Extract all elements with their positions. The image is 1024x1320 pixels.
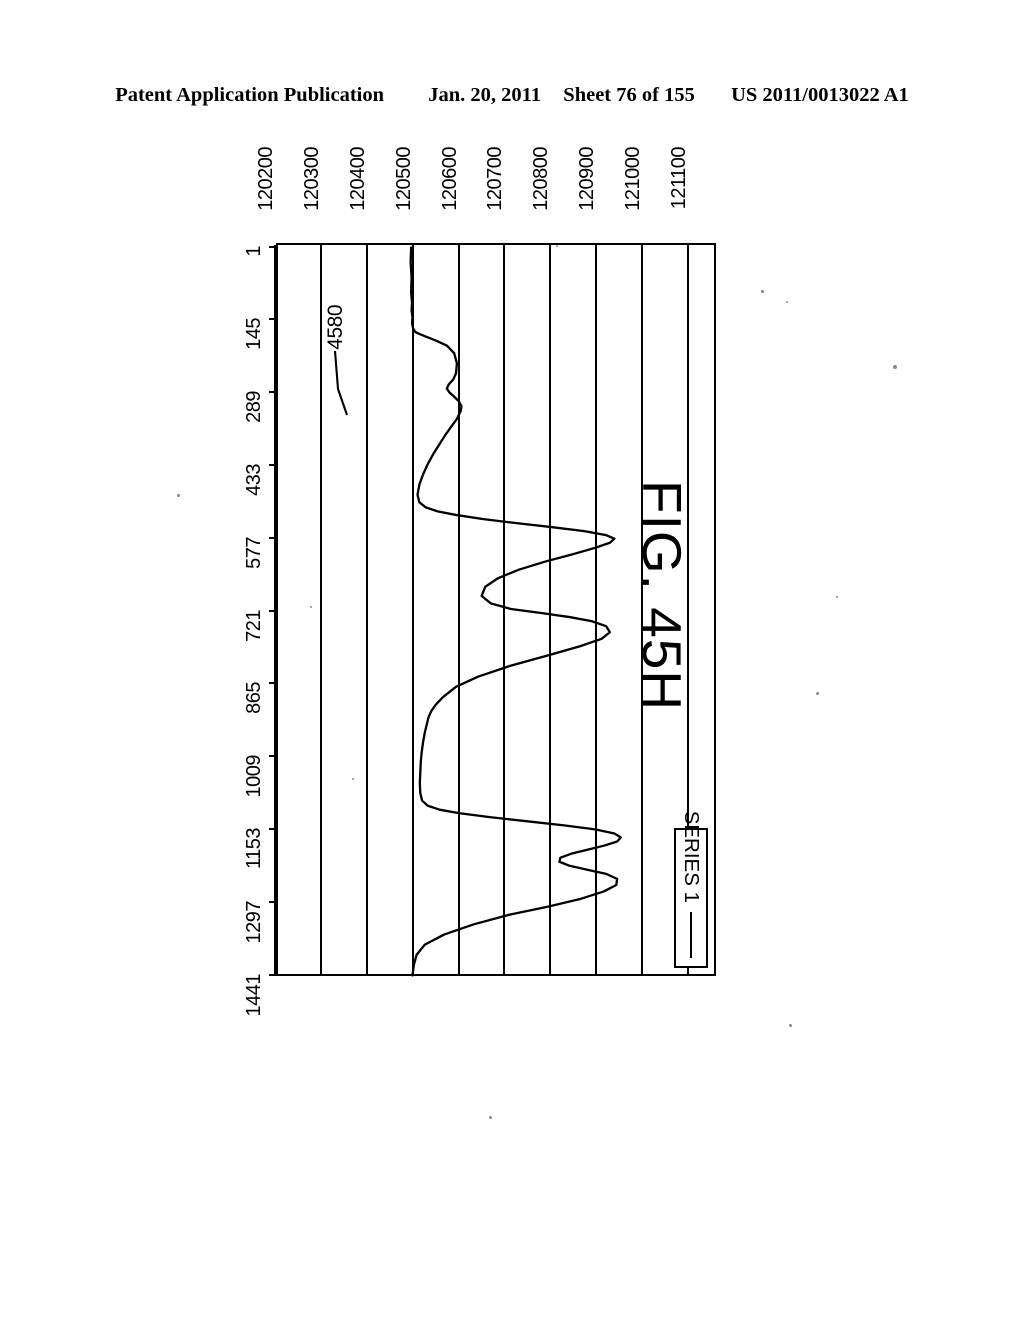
x-tick-mark-289 <box>269 391 276 394</box>
figure-caption: FIG. 45H <box>631 480 693 712</box>
scan-speck <box>893 365 898 370</box>
scan-speck <box>789 1024 792 1027</box>
x-tick-721: 721 <box>243 609 265 642</box>
x-tick-1441: 1441 <box>243 973 265 1017</box>
scan-speck <box>816 692 819 695</box>
y-tick-121000: 121000 <box>621 147 644 211</box>
x-tick-865: 865 <box>243 682 265 715</box>
chart-legend: SERIES 1 <box>674 811 708 968</box>
legend-label-series-1: SERIES 1 <box>680 810 703 903</box>
x-tick-mark-1441 <box>269 973 276 976</box>
scan-speck <box>177 494 180 497</box>
x-tick-145: 145 <box>243 318 265 351</box>
y-tick-120800: 120800 <box>530 147 553 211</box>
scan-speck <box>761 290 764 293</box>
figure-area: 120200 120300 120400 120500 120600 120700 1208… <box>0 0 1024 1320</box>
y-tick-120700: 120700 <box>484 147 507 211</box>
y-tick-120200: 120200 <box>255 147 278 211</box>
scan-speck <box>556 245 558 247</box>
y-tick-120400: 120400 <box>347 147 370 211</box>
y-tick-120500: 120500 <box>392 147 415 211</box>
callout-label-4580: 4580 <box>324 305 347 350</box>
x-tick-mark-1297 <box>269 900 276 903</box>
x-tick-577: 577 <box>243 536 265 569</box>
x-tick-mark-433 <box>269 463 276 466</box>
x-tick-1297: 1297 <box>243 900 265 944</box>
y-tick-120300: 120300 <box>301 147 324 211</box>
x-tick-mark-865 <box>269 682 276 685</box>
y-tick-121100: 121100 <box>667 147 690 210</box>
scan-speck <box>836 596 839 599</box>
scan-speck <box>786 301 788 303</box>
x-tick-mark-721 <box>269 609 276 612</box>
x-tick-mark-1153 <box>269 827 276 830</box>
x-tick-289: 289 <box>243 391 265 423</box>
y-tick-120600: 120600 <box>438 147 461 211</box>
y-tick-120900: 120900 <box>576 147 599 211</box>
x-tick-mark-1 <box>269 245 276 248</box>
x-tick-433: 433 <box>243 463 265 496</box>
scan-speck <box>489 1116 493 1120</box>
x-tick-mark-577 <box>269 536 276 539</box>
x-tick-1153: 1153 <box>243 827 265 869</box>
x-tick-1009: 1009 <box>243 755 265 798</box>
x-tick-mark-1009 <box>269 755 276 758</box>
x-tick-1: 1 <box>243 245 265 257</box>
x-tick-mark-145 <box>269 318 276 321</box>
legend-line-swatch <box>690 912 692 958</box>
